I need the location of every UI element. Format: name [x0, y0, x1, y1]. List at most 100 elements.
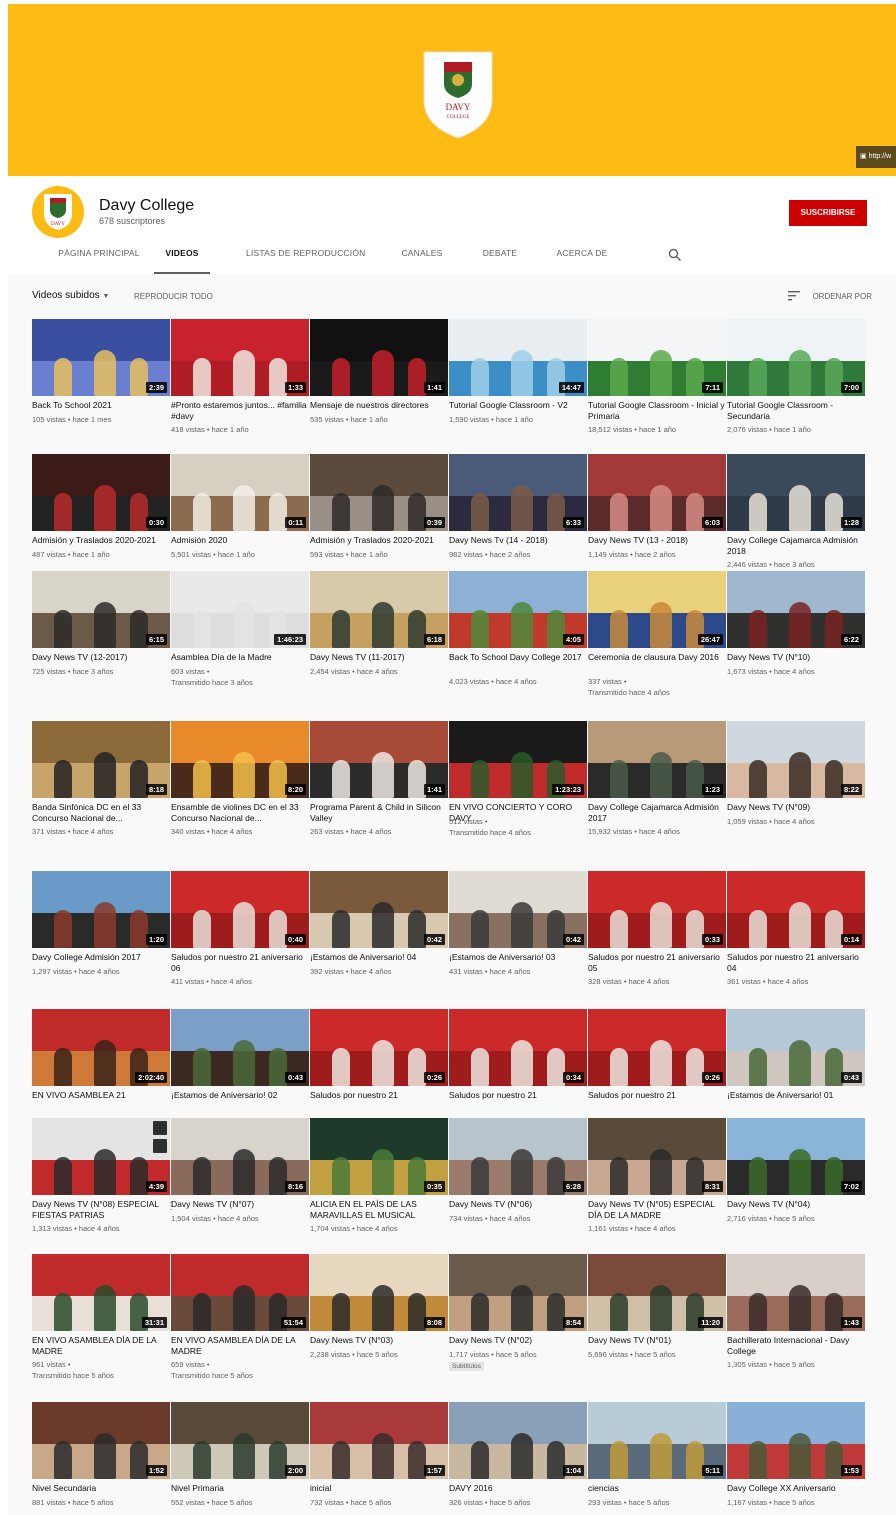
video-title[interactable]: Admisión y Traslados 2020-2021	[32, 535, 170, 546]
video-title[interactable]: Davy News Tv (14 - 2018)	[449, 535, 587, 546]
video-thumbnail[interactable]: 1:46:23	[171, 571, 309, 648]
video-title[interactable]: Davy College XX Aniversario	[727, 1483, 865, 1494]
video-thumbnail[interactable]: 2:02:40	[32, 1009, 170, 1086]
video-thumbnail[interactable]: 1:20	[32, 871, 170, 948]
video-title[interactable]: ¡Estamos de Aniversario! 02	[171, 1090, 309, 1101]
tab-about[interactable]: ACERCA DE	[556, 248, 608, 274]
video-title[interactable]: Davy News TV (11-2017)	[310, 652, 448, 663]
video-title[interactable]: ¡Estamos de Aniversario! 01	[727, 1090, 865, 1101]
video-title[interactable]: #Pronto estaremos juntos... #familia #da…	[171, 400, 309, 421]
video-thumbnail[interactable]: 0:39	[310, 454, 448, 531]
video-thumbnail[interactable]: 0:42	[310, 871, 448, 948]
video-thumbnail[interactable]: 8:31	[588, 1118, 726, 1195]
video-thumbnail[interactable]: 0:30	[32, 454, 170, 531]
video-title[interactable]: Saludos por nuestro 21	[588, 1090, 726, 1101]
video-thumbnail[interactable]: 0:35	[310, 1118, 448, 1195]
video-title[interactable]: Davy News TV (N°04)	[727, 1199, 865, 1210]
sort-by-button[interactable]: ORDENAR POR	[812, 292, 872, 301]
video-title[interactable]: EN VIVO ASAMBLEA DÍA DE LA MADRE	[32, 1335, 170, 1356]
video-thumbnail[interactable]: 1:57	[310, 1402, 448, 1479]
video-title[interactable]: Davy News TV (13 - 2018)	[588, 535, 726, 546]
video-title[interactable]: ciencias	[588, 1483, 726, 1494]
video-thumbnail[interactable]: 6:15	[32, 571, 170, 648]
tab-playlists[interactable]: LISTAS DE REPRODUCCIÓN	[246, 248, 365, 274]
video-title[interactable]: Davy College Cajamarca Admisión 2018	[727, 535, 865, 556]
video-thumbnail[interactable]: 0:34	[449, 1009, 587, 1086]
video-thumbnail[interactable]: 1:41	[310, 319, 448, 396]
video-title[interactable]: Davy News TV (12-2017)	[32, 652, 170, 663]
uploaded-videos-dropdown[interactable]: Videos subidos ▼	[32, 290, 109, 301]
video-title[interactable]: Davy News TV (N°08) ESPECIAL FIESTAS PAT…	[32, 1199, 170, 1220]
video-title[interactable]: Ensamble de violines DC en el 33 Concurs…	[171, 802, 309, 823]
video-thumbnail[interactable]: 7:02	[727, 1118, 865, 1195]
tab-home[interactable]: PÁGINA PRINCIPAL	[52, 248, 146, 274]
video-title[interactable]: Davy College Cajamarca Admisión 2017	[588, 802, 726, 823]
video-thumbnail[interactable]: 7:00	[727, 319, 865, 396]
video-title[interactable]: Tutorial Google Classroom - Inicial y Pr…	[588, 400, 726, 421]
video-thumbnail[interactable]: 7:11	[588, 319, 726, 396]
video-thumbnail[interactable]: 0:14	[727, 871, 865, 948]
video-title[interactable]: Davy News TV (N°09)	[727, 802, 865, 813]
video-thumbnail[interactable]: 0:40	[171, 871, 309, 948]
video-thumbnail[interactable]: 6:18	[310, 571, 448, 648]
video-thumbnail[interactable]: 8:16	[171, 1118, 309, 1195]
clock-icon[interactable]	[153, 1121, 167, 1135]
video-thumbnail[interactable]: 6:28	[449, 1118, 587, 1195]
video-title[interactable]: ¡Estamos de Aniversario! 04	[310, 952, 448, 963]
video-thumbnail[interactable]: 0:26	[310, 1009, 448, 1086]
video-title[interactable]: Saludos por nuestro 21	[310, 1090, 448, 1101]
video-thumbnail[interactable]: 26:47	[588, 571, 726, 648]
video-title[interactable]: Saludos por nuestro 21 aniversario 04	[727, 952, 865, 973]
tab-videos[interactable]: VIDEOS	[154, 248, 210, 274]
video-title[interactable]: DAVY 2016	[449, 1483, 587, 1494]
video-thumbnail[interactable]: 1:53	[727, 1402, 865, 1479]
video-title[interactable]: Nivel Primaria	[171, 1483, 309, 1494]
video-thumbnail[interactable]: 0:26	[588, 1009, 726, 1086]
video-title[interactable]: Tutorial Google Classroom - Secundaria	[727, 400, 865, 421]
video-thumbnail[interactable]: 8:22	[727, 721, 865, 798]
video-thumbnail[interactable]: 5:11	[588, 1402, 726, 1479]
video-title[interactable]: Davy College Admisión 2017	[32, 952, 170, 963]
video-title[interactable]: Davy News TV (N°05) ESPECIAL DÍA DE LA M…	[588, 1199, 726, 1220]
video-title[interactable]: EN VIVO ASAMBLEA 21	[32, 1090, 170, 1101]
video-thumbnail[interactable]: 1:23:23	[449, 721, 587, 798]
video-thumbnail[interactable]: 4:05	[449, 571, 587, 648]
video-thumbnail[interactable]: 2:00	[171, 1402, 309, 1479]
video-title[interactable]: Banda Sinfónica DC en el 33 Concurso Nac…	[32, 802, 170, 823]
tab-channels[interactable]: CANALES	[400, 248, 444, 274]
video-thumbnail[interactable]: 6:22	[727, 571, 865, 648]
video-title[interactable]: Admisión 2020	[171, 535, 309, 546]
video-thumbnail[interactable]: 6:03	[588, 454, 726, 531]
video-thumbnail[interactable]: 14:47	[449, 319, 587, 396]
video-thumbnail[interactable]: 8:54	[449, 1254, 587, 1331]
video-title[interactable]: Davy News TV (N°01)	[588, 1335, 726, 1346]
video-title[interactable]: Admisión y Traslados 2020-2021	[310, 535, 448, 546]
video-title[interactable]: Nivel Secundaria	[32, 1483, 170, 1494]
video-title[interactable]: Back To School 2021	[32, 400, 170, 411]
video-thumbnail[interactable]: 8:20	[171, 721, 309, 798]
video-title[interactable]: Tutorial Google Classroom - V2	[449, 400, 587, 411]
video-title[interactable]: inicial	[310, 1483, 448, 1494]
video-title[interactable]: Back To School Davy College 2017	[449, 652, 587, 663]
banner-link[interactable]: ▣ http://w	[856, 146, 896, 168]
play-all-button[interactable]: REPRODUCIR TODO	[134, 292, 213, 301]
search-icon[interactable]	[668, 248, 682, 262]
add-to-queue-icon[interactable]	[153, 1139, 167, 1153]
video-title[interactable]: Davy News TV (N°07)	[171, 1199, 309, 1210]
channel-avatar[interactable]: DAVY	[32, 186, 84, 238]
video-thumbnail[interactable]: 0:33	[588, 871, 726, 948]
video-title[interactable]: Davy News TV (N°02)	[449, 1335, 587, 1346]
video-title[interactable]: Ceremonia de clausura Davy 2016	[588, 652, 726, 663]
video-thumbnail[interactable]: 8:18	[32, 721, 170, 798]
video-title[interactable]: Mensaje de nuestros directores	[310, 400, 448, 411]
video-thumbnail[interactable]: 11:20	[588, 1254, 726, 1331]
video-thumbnail[interactable]: 0:11	[171, 454, 309, 531]
video-thumbnail[interactable]: 1:04	[449, 1402, 587, 1479]
video-title[interactable]: ALICIA EN EL PAÍS DE LAS MARAVILLAS EL M…	[310, 1199, 448, 1220]
video-thumbnail[interactable]: 0:43	[171, 1009, 309, 1086]
video-title[interactable]: Saludos por nuestro 21	[449, 1090, 587, 1101]
video-thumbnail[interactable]: 1:28	[727, 454, 865, 531]
video-thumbnail[interactable]: 8:08	[310, 1254, 448, 1331]
video-thumbnail[interactable]: 1:52	[32, 1402, 170, 1479]
video-thumbnail[interactable]: 6:33	[449, 454, 587, 531]
